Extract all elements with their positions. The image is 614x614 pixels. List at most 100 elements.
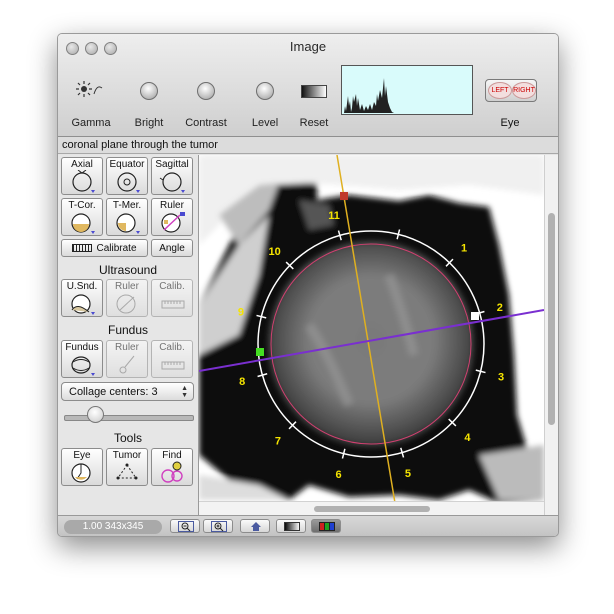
eye-tool-label: Eye [73, 450, 91, 461]
reset-label: Reset [299, 117, 329, 129]
find-tool-label: Find [162, 450, 182, 461]
find-tool-icon [161, 461, 183, 483]
meridian-marker[interactable] [340, 192, 348, 200]
window-title: Image [289, 39, 327, 54]
contrast-knob[interactable] [197, 82, 215, 100]
sagittal-label: Sagittal [155, 159, 189, 170]
gradient-swatch-icon [301, 85, 327, 98]
horizontal-scrollbar[interactable] [199, 501, 544, 516]
axial-label: Axial [71, 159, 93, 170]
clock-label-2: 2 [497, 302, 503, 314]
eye-tool-button[interactable]: Eye [61, 448, 103, 486]
clock-label-6: 6 [336, 469, 342, 481]
image-caption: coronal plane through the tumor [58, 137, 558, 154]
fundus-label: Fundus [65, 342, 99, 353]
calibrate-button[interactable]: Calibrate [61, 239, 148, 257]
ultrasound-ruler-button[interactable]: Ruler [106, 279, 148, 317]
home-icon [251, 522, 261, 531]
sun-icon [76, 81, 103, 97]
level-knob[interactable] [256, 82, 274, 100]
eye-right-button[interactable]: RIGHT [512, 82, 536, 99]
clock-label-10: 10 [268, 246, 280, 258]
fundus-eye-icon [71, 356, 95, 376]
fundus-calib-icon [161, 361, 185, 370]
gamma-label: Gamma [71, 117, 111, 129]
select-arrows-icon: ▲ ▼ [181, 385, 188, 399]
eye-toggle[interactable]: LEFT RIGHT [485, 79, 537, 102]
clock-label-8: 8 [239, 376, 245, 388]
contrast-label: Contrast [185, 117, 227, 129]
equator-button[interactable]: Equator [106, 157, 148, 195]
eye-tool-icon [71, 463, 91, 483]
t-mer-button[interactable]: T-Mer. [106, 198, 148, 236]
ultrasound-button[interactable]: U.Snd. [61, 279, 103, 317]
zoom-in-button[interactable] [203, 519, 233, 533]
axial-button[interactable]: Axial [61, 157, 103, 195]
zoom-in-icon [211, 521, 227, 532]
tumor-tool-button[interactable]: Tumor [106, 448, 148, 486]
ultrasound-calib-button[interactable]: Calib. [151, 279, 193, 317]
color-mode-button[interactable] [311, 519, 341, 533]
fundus-button[interactable]: Fundus [61, 340, 103, 378]
ruler-label: Ruler [160, 200, 184, 211]
ultrasound-eye-icon [71, 294, 95, 315]
ultrasound-ruler-label: Ruler [115, 281, 139, 292]
collage-centers-select[interactable]: Collage centers: 3 ▲ ▼ [61, 382, 194, 401]
fundus-ruler-button[interactable]: Ruler [106, 340, 148, 378]
angle-button[interactable]: Angle [151, 239, 193, 257]
clock-label-4: 4 [464, 432, 471, 444]
nasal-marker[interactable] [256, 348, 264, 356]
ultrasound-calib-label: Calib. [159, 281, 185, 292]
zoom-out-button[interactable] [170, 519, 200, 533]
equator-label: Equator [109, 159, 145, 170]
bright-knob[interactable] [140, 82, 158, 100]
collage-slider-track[interactable] [64, 415, 194, 421]
bright-label: Bright [134, 117, 164, 129]
t-cor-button[interactable]: T-Cor. [61, 198, 103, 236]
axial-eye-icon [72, 170, 95, 193]
clock-label-11: 11 [328, 210, 340, 222]
fundus-calib-label: Calib. [159, 342, 185, 353]
collage-centers-value: Collage centers: 3 [69, 386, 158, 398]
ruler-eye-icon [161, 212, 185, 233]
histogram-plot [342, 78, 472, 113]
ultrasound-label: U.Snd. [66, 281, 98, 292]
zoom-out-icon [178, 521, 194, 532]
find-tool-button[interactable]: Find [151, 448, 193, 486]
ruler-button[interactable]: Ruler [151, 198, 193, 236]
grayscale-icon [284, 522, 300, 531]
eye-left-button[interactable]: LEFT [488, 82, 512, 99]
calibrate-label: Calibrate [96, 243, 137, 254]
ultrasound-section-title: Ultrasound [98, 263, 158, 277]
histogram [341, 65, 473, 115]
collage-slider-thumb[interactable] [86, 406, 104, 423]
image-viewer[interactable]: 1 2 3 4 5 6 7 8 9 10 11 [199, 155, 544, 515]
bottom-bar: 1.00 343x345 [58, 515, 558, 536]
grayscale-button[interactable] [276, 519, 306, 533]
vertical-scroll-thumb[interactable] [548, 213, 555, 425]
fundus-ruler-label: Ruler [115, 342, 139, 353]
fundus-ruler-icon [119, 355, 135, 374]
eye-scan-image[interactable]: 1 2 3 4 5 6 7 8 9 10 11 [199, 155, 544, 515]
home-button[interactable] [240, 519, 270, 533]
tumor-tool-label: Tumor [112, 450, 142, 461]
sagittal-button[interactable]: Sagittal [151, 157, 193, 195]
t-mer-eye-icon [116, 213, 140, 234]
equator-eye-icon [117, 172, 140, 193]
rgb-icon [319, 522, 335, 531]
clock-label-5: 5 [405, 468, 411, 480]
t-mer-label: T-Mer. [112, 200, 142, 211]
clock-label-1: 1 [461, 243, 467, 255]
eye-globe [268, 241, 474, 447]
clock-label-7: 7 [275, 435, 281, 447]
fundus-calib-button[interactable]: Calib. [151, 340, 193, 378]
horizontal-scroll-thumb[interactable] [314, 506, 430, 512]
clock-label-9: 9 [238, 307, 244, 319]
t-cor-eye-icon [71, 213, 95, 234]
tools-section-title: Tools [113, 431, 142, 445]
temporal-marker[interactable] [471, 312, 479, 320]
eye-label: Eye [500, 117, 520, 129]
title-toolbar: Image Gamma Bright Contrast Level Reset … [58, 34, 558, 137]
vertical-scrollbar[interactable] [544, 155, 558, 515]
image-window: Image Gamma Bright Contrast Level Reset … [57, 33, 559, 537]
